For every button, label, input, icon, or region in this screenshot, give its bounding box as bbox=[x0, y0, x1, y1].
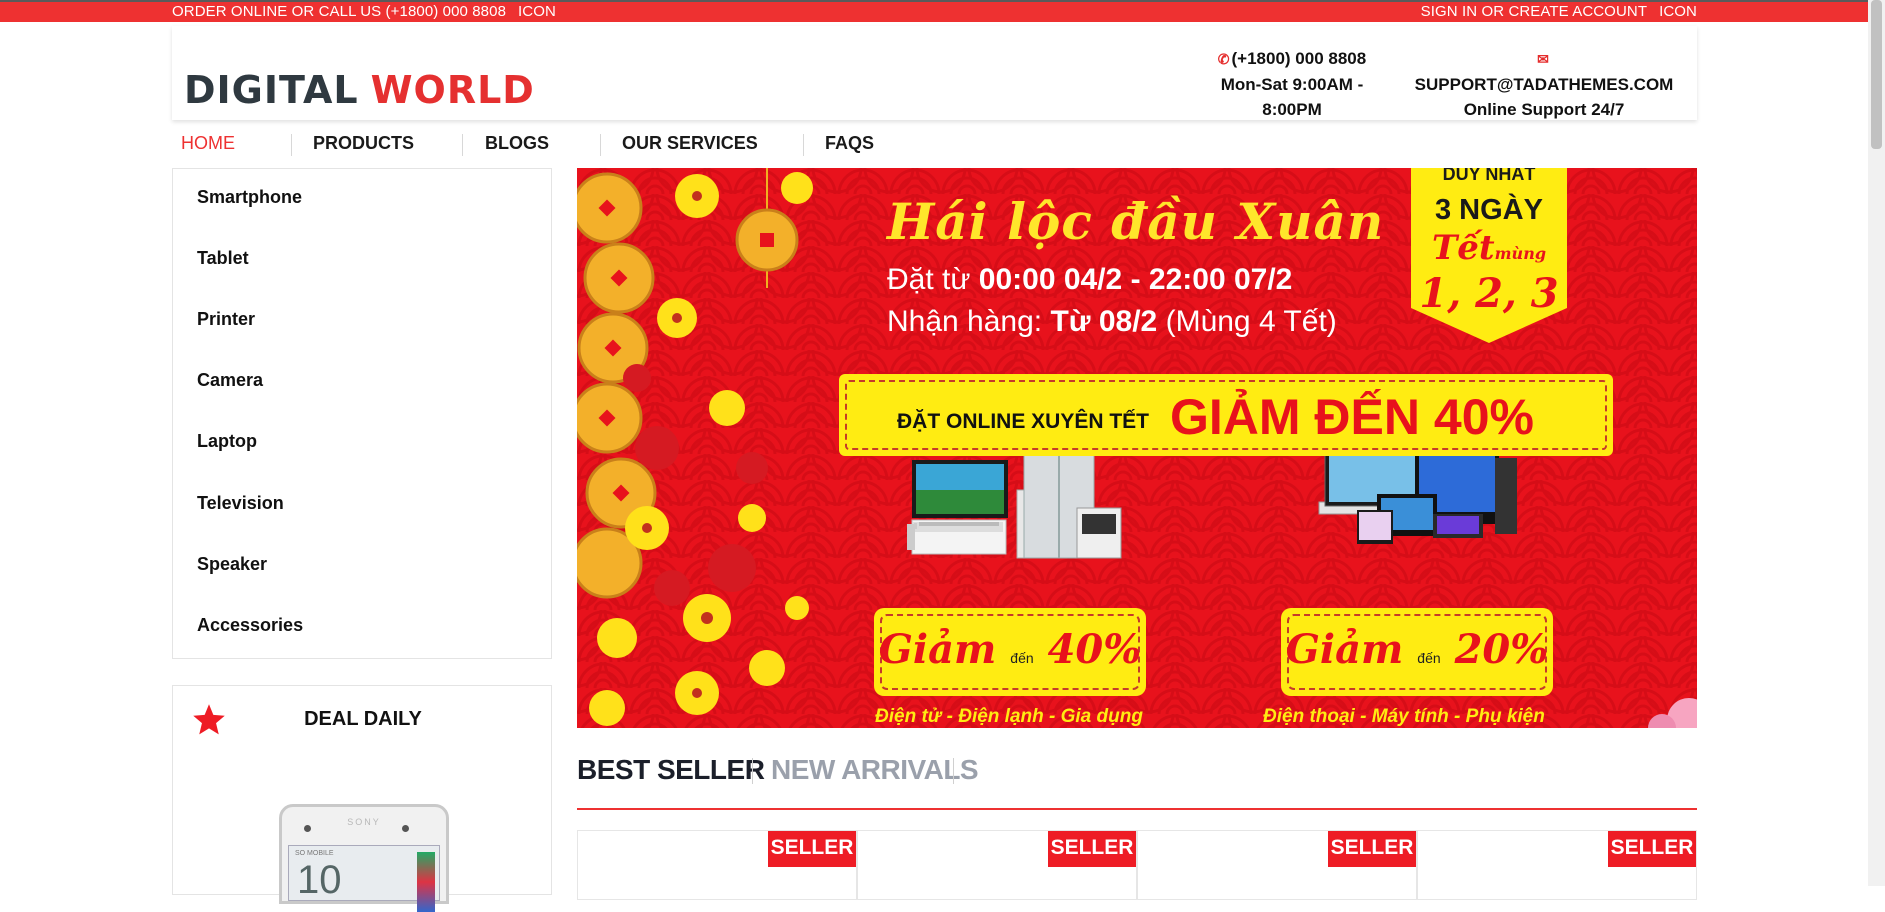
deal-daily-title: DEAL DAILY bbox=[304, 708, 422, 730]
banner-deal-computers: Giảm đến 20% bbox=[1281, 608, 1553, 696]
banner-tag-line4: 1, 2, 3 bbox=[1419, 270, 1559, 317]
banner-order-period: Đặt từ 00:00 04/2 - 22:00 07/2 bbox=[887, 260, 1292, 300]
sign-in-link[interactable]: Sign In or Create Account bbox=[1421, 3, 1647, 20]
topbar-right-icon[interactable]: icon bbox=[1659, 3, 1697, 20]
deal-daily-panel: DEAL DAILY SONY SO MOBILE 10 bbox=[172, 685, 552, 912]
seller-badge: SELLER bbox=[1048, 831, 1136, 867]
site-header: DIGITAL WORLD ✆ (+1800) 000 8808 Mon-Sat 9… bbox=[172, 26, 1697, 120]
banner-tag-line1: DUY NHẤT bbox=[1442, 168, 1536, 184]
header-phone: ✆ (+1800) 000 8808 Mon-Sat 9:00AM - 8:00P… bbox=[1192, 46, 1392, 122]
banner-deal2-mid: đến bbox=[1417, 650, 1441, 666]
hero-banner[interactable]: Hái lộc đầu Xuân Đặt từ 00:00 04/2 - 22:… bbox=[577, 168, 1697, 728]
logo-text-world: WORLD bbox=[370, 68, 535, 112]
nav-item-home[interactable]: Home bbox=[181, 126, 235, 160]
banner-deal2-prefix: Giảm bbox=[1285, 626, 1404, 673]
tab-divider bbox=[953, 758, 954, 784]
tab-best-seller[interactable]: BEST SELLER bbox=[577, 752, 765, 788]
banner-promo-small: ĐẶT ONLINE XUYÊN TẾT bbox=[897, 410, 1150, 433]
topbar-contact-text: Order online or call us (+1800) 000 8808 bbox=[172, 3, 507, 20]
category-accessories[interactable]: Accessories bbox=[197, 612, 303, 638]
category-printer[interactable]: Printer bbox=[197, 306, 255, 332]
phone-camera bbox=[402, 825, 409, 832]
mail-icon: ✉ bbox=[1537, 51, 1549, 67]
banner-promo-big: GIẢM ĐẾN 40% bbox=[1170, 389, 1534, 445]
logo-text-digital: DIGITAL bbox=[184, 68, 359, 112]
seller-badge: SELLER bbox=[1328, 831, 1416, 867]
category-sidebar: Smartphone Tablet Printer Camera Laptop … bbox=[172, 168, 552, 659]
nav-divider bbox=[462, 134, 463, 156]
nav-divider bbox=[600, 134, 601, 156]
banner-deal-text: Giảm đến 20% bbox=[1281, 626, 1553, 673]
nav-divider bbox=[291, 134, 292, 156]
top-bar: Order online or call us (+1800) 000 8808… bbox=[0, 0, 1885, 22]
banner-receive-day: Từ 08/2 bbox=[1050, 305, 1158, 338]
banner-receive-suffix: (Mùng 4 Tết) bbox=[1157, 305, 1337, 338]
banner-title: Hái lộc đầu Xuân bbox=[887, 192, 1385, 251]
product-card[interactable]: SELLER bbox=[857, 830, 1137, 900]
category-television[interactable]: Television bbox=[197, 490, 284, 516]
banner-deal1-caption: Điện tử - Điện lạnh - Gia dụng bbox=[875, 706, 1143, 727]
banner-tag-line2: 3 NGÀY bbox=[1435, 194, 1543, 226]
product-card[interactable]: SELLER bbox=[1417, 830, 1697, 900]
nav-item-products[interactable]: Products bbox=[313, 126, 414, 160]
phone-icon: ✆ bbox=[1217, 51, 1230, 67]
product-card[interactable]: SELLER bbox=[577, 830, 857, 900]
seller-badge: SELLER bbox=[1608, 831, 1696, 867]
topbar-account[interactable]: Sign In or Create Account icon bbox=[1421, 2, 1697, 22]
banner-deal1-mid: đến bbox=[1010, 650, 1034, 666]
nav-divider bbox=[803, 134, 804, 156]
banner-deal-text: Giảm đến 40% bbox=[874, 626, 1146, 673]
category-tablet[interactable]: Tablet bbox=[197, 245, 249, 271]
header-email: ✉ SUPPORT@TADATHEMES.COM Online Support 2… bbox=[1414, 46, 1674, 122]
tab-new-arrivals[interactable]: NEW ARRIVALS bbox=[771, 752, 979, 788]
phone-status-text: SO MOBILE bbox=[295, 850, 334, 857]
nav-item-our-services[interactable]: Our Services bbox=[622, 126, 758, 160]
banner-deal-electronics: Giảm đến 40% bbox=[874, 608, 1146, 696]
banner-deal2-value: 20% bbox=[1454, 626, 1549, 673]
nav-item-faqs[interactable]: FAQs bbox=[825, 126, 874, 160]
banner-receive-date: Nhận hàng: Từ 08/2 (Mùng 4 Tết) bbox=[887, 302, 1337, 342]
banner-receive-prefix: Nhận hàng: bbox=[887, 305, 1051, 338]
category-smartphone[interactable]: Smartphone bbox=[197, 184, 302, 210]
tab-divider bbox=[752, 758, 753, 784]
banner-tag: DUY NHẤT 3 NGÀY Tếtmùng 1, 2, 3 bbox=[1411, 168, 1567, 343]
banner-deal2-caption: Điện thoại - Máy tính - Phụ kiện bbox=[1263, 706, 1545, 727]
phone-screen: SO MOBILE 10 bbox=[288, 845, 440, 912]
banner-deal1-value: 40% bbox=[1047, 626, 1142, 673]
topbar-left-icon: icon bbox=[518, 3, 556, 20]
banner-order-dates: 00:00 04/2 - 22:00 07/2 bbox=[978, 263, 1293, 296]
phone-clock-text: 10 bbox=[297, 858, 342, 902]
header-email-address[interactable]: SUPPORT@TADATHEMES.COM bbox=[1415, 75, 1674, 94]
product-card[interactable]: SELLER bbox=[1137, 830, 1417, 900]
category-speaker[interactable]: Speaker bbox=[197, 551, 267, 577]
phone-sensor bbox=[304, 825, 311, 832]
header-support: Online Support 24/7 bbox=[1463, 100, 1625, 119]
category-laptop[interactable]: Laptop bbox=[197, 428, 257, 454]
topbar-contact: Order online or call us (+1800) 000 8808… bbox=[172, 2, 556, 22]
header-hours: Mon-Sat 9:00AM - 8:00PM bbox=[1220, 75, 1364, 119]
header-phone-number: (+1800) 000 8808 bbox=[1231, 49, 1367, 68]
banner-tag-line3: Tếtmùng bbox=[1411, 228, 1567, 268]
banner-tag-mung: mùng bbox=[1494, 244, 1547, 263]
main-nav: Home Products Blogs Our Services FAQs bbox=[172, 126, 1697, 160]
banner-deal1-prefix: Giảm bbox=[878, 626, 997, 673]
banner-tag-tet: Tết bbox=[1431, 228, 1495, 268]
product-tabs: BEST SELLER NEW ARRIVALS bbox=[577, 752, 1697, 812]
tabs-underline bbox=[577, 808, 1697, 810]
scrollbar-thumb[interactable] bbox=[1871, 0, 1882, 149]
category-camera[interactable]: Camera bbox=[197, 367, 263, 393]
site-logo[interactable]: DIGITAL WORLD bbox=[184, 68, 535, 112]
seller-badge: SELLER bbox=[768, 831, 856, 867]
banner-promo-box: ĐẶT ONLINE XUYÊN TẾT GIẢM ĐẾN 40% bbox=[839, 374, 1613, 456]
nav-item-blogs[interactable]: Blogs bbox=[485, 126, 549, 160]
banner-order-prefix: Đặt từ bbox=[887, 263, 979, 296]
deal-product-image[interactable]: SONY SO MOBILE 10 bbox=[279, 804, 449, 912]
phone-wallpaper bbox=[417, 852, 435, 912]
